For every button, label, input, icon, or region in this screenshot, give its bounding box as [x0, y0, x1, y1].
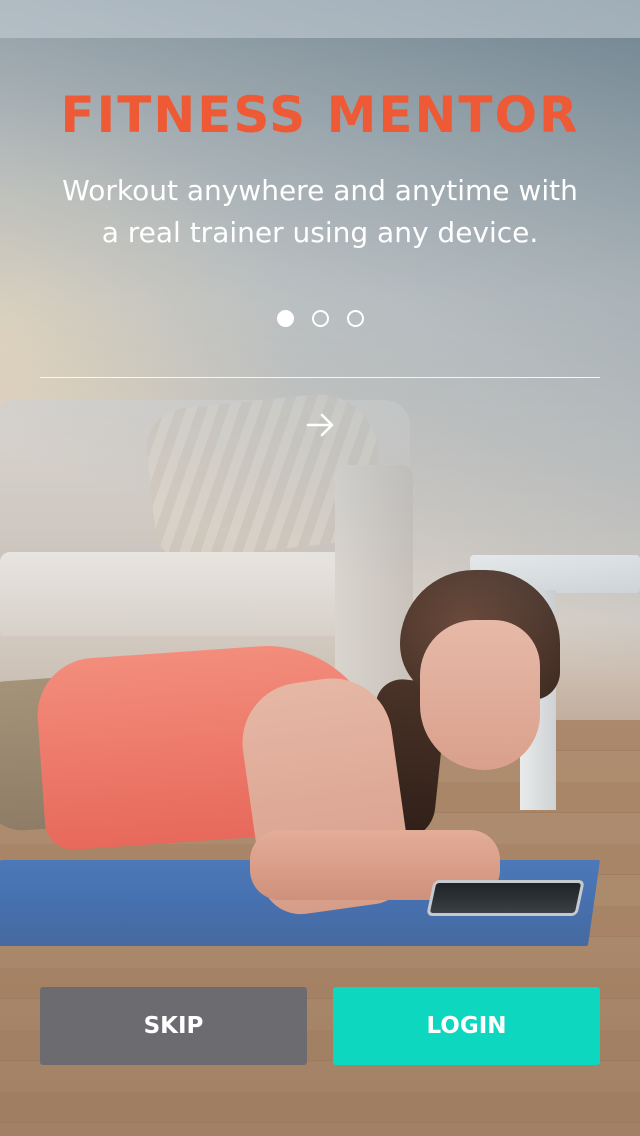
onboarding-screen: Fitness Mentor Workout anywhere and anyt…	[0, 0, 640, 1136]
app-title: Fitness Mentor	[60, 86, 580, 144]
page-dot-2[interactable]	[311, 310, 329, 327]
top-overlay	[0, 0, 640, 560]
page-dot-1[interactable]	[276, 310, 294, 327]
skip-button[interactable]: SKIP	[40, 987, 307, 1065]
app-subtitle: Workout anywhere and anytime with a real…	[62, 174, 578, 249]
arrow-right-icon[interactable]	[300, 408, 340, 442]
login-button[interactable]: LOGIN	[333, 987, 600, 1065]
status-bar	[0, 0, 640, 38]
divider	[40, 377, 600, 378]
arrow-right-icon-glyph	[306, 413, 334, 437]
page-indicator	[0, 310, 640, 327]
page-dot-3[interactable]	[346, 310, 364, 327]
